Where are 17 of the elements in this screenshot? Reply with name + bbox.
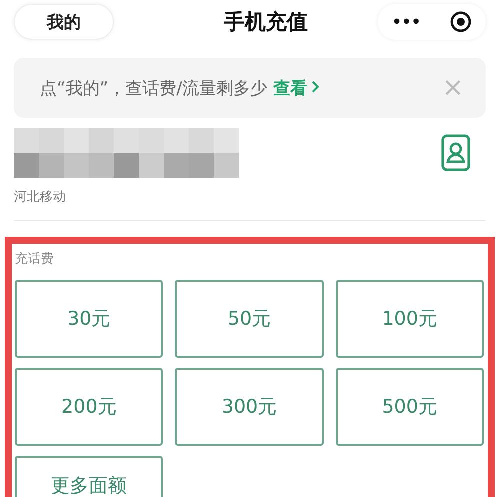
carrier-label: 河北移动 xyxy=(14,189,67,206)
contacts-icon[interactable] xyxy=(440,134,472,172)
amount-option[interactable]: 更多面额 xyxy=(15,456,164,497)
amount-option[interactable]: 50元 xyxy=(175,280,324,358)
amount-option[interactable]: 30元 xyxy=(15,280,164,358)
amount-option[interactable]: 500元 xyxy=(336,368,484,446)
section-label: 充话费 xyxy=(15,251,55,268)
amount-option[interactable]: 100元 xyxy=(336,280,484,358)
more-button[interactable]: ••• xyxy=(392,13,422,31)
tip-text: 点“我的”，查话费/流量剩多少 xyxy=(40,78,268,100)
amount-option[interactable]: 300元 xyxy=(175,368,324,446)
my-button[interactable]: 我的 xyxy=(14,4,114,40)
view-link[interactable]: 查看 xyxy=(273,76,320,100)
page-title: 手机充值 xyxy=(223,9,309,36)
chevron-icon xyxy=(311,80,320,94)
amount-option[interactable]: 200元 xyxy=(15,368,164,446)
target-icon[interactable] xyxy=(450,11,472,33)
